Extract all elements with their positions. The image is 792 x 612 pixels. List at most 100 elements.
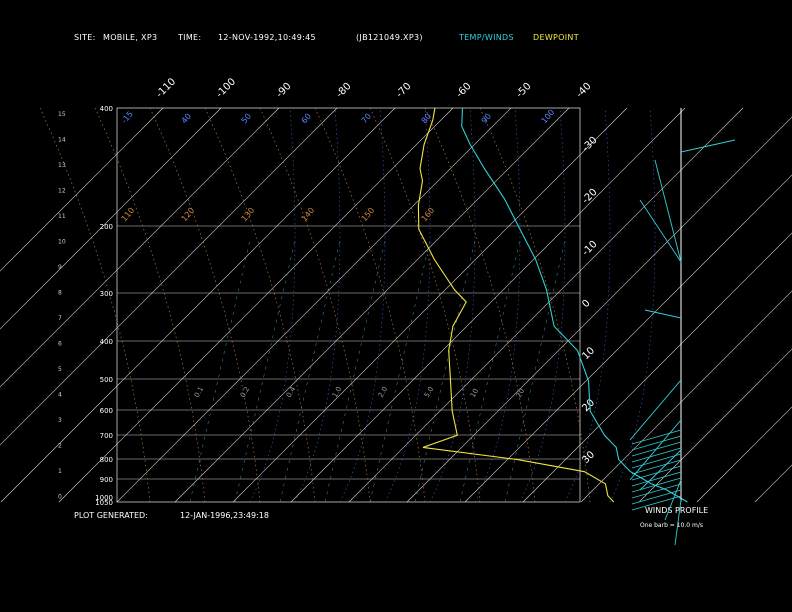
height-tick-label: 6 [58, 341, 62, 348]
mixing-ratio-label: 5.0 [423, 385, 435, 399]
moist-adiabat [609, 107, 656, 503]
wind-barb [631, 453, 682, 469]
height-tick-label: 10 [58, 239, 66, 246]
dry-adiabat [39, 107, 151, 503]
moist-adiabat [384, 107, 431, 503]
isotherm-line [0, 107, 222, 330]
mixing-ratio-label: 0.4 [285, 385, 298, 399]
height-tick-label: 14 [58, 137, 66, 144]
isotherm-line [174, 107, 570, 503]
adiabat-label: 140 [300, 206, 317, 223]
wind-barb [680, 139, 736, 153]
isotherm-line [232, 107, 628, 503]
adiabat-label: 80 [420, 112, 433, 126]
top-tick-label: -70 [394, 81, 413, 100]
wind-barb [631, 429, 682, 445]
wind-barb [654, 159, 682, 263]
mixing-ratio-label: 0.2 [239, 385, 251, 399]
pressure-tick-label: 500 [100, 376, 113, 384]
isotherm-line [0, 107, 338, 446]
moist-adiabat [249, 107, 296, 503]
wind-barb [631, 435, 682, 451]
wind-barb [631, 495, 682, 511]
wind-barb [631, 477, 682, 493]
height-tick-label: 1 [58, 468, 62, 475]
height-tick-label: 9 [58, 264, 62, 271]
mixing-ratio-line [414, 239, 476, 503]
pressure-tick-label: 900 [100, 476, 113, 484]
adiabat-label: 150 [360, 206, 377, 223]
right-tick-label: 0 [580, 298, 592, 310]
mixing-ratio-line [189, 239, 251, 503]
top-tick-label: -50 [514, 81, 533, 100]
wind-barb [631, 447, 682, 463]
adiabat-label: 110 [120, 206, 137, 223]
pressure-tick-label: 800 [100, 456, 113, 464]
pressure-tick-label: 200 [100, 223, 113, 231]
wind-barb [631, 489, 682, 505]
top-tick-label: -60 [454, 81, 473, 100]
height-tick-label: 7 [58, 315, 62, 322]
height-tick-label: 0 [58, 494, 62, 501]
pressure-tick-label: 600 [100, 407, 113, 415]
wind-barb [631, 441, 682, 457]
dry-adiabat [204, 107, 316, 503]
height-tick-label: 8 [58, 290, 62, 297]
isotherm-line [754, 464, 792, 503]
adiabat-label: 100 [540, 108, 557, 125]
mixing-ratio-label: 0.1 [193, 385, 205, 399]
adiabat-label: 70 [360, 112, 373, 126]
height-tick-label: 13 [58, 162, 66, 169]
mixing-ratio-label: 10 [469, 387, 480, 399]
pressure-tick-label: 300 [100, 290, 113, 298]
wind-barb [639, 199, 682, 263]
height-tick-label: 12 [58, 188, 66, 195]
mixing-ratio-line [234, 239, 296, 503]
temperature-profile-line [461, 107, 688, 503]
moist-adiabat [294, 107, 341, 503]
mixing-ratio-line [279, 239, 341, 503]
adiabat-label: 130 [240, 206, 257, 223]
adiabat-label: -15 [120, 109, 135, 125]
mixing-ratio-line [459, 239, 521, 503]
mixing-ratio-label: 1.0 [331, 385, 343, 399]
isotherm-line [348, 107, 744, 503]
isotherm-line [0, 107, 280, 388]
moist-adiabat [339, 107, 386, 503]
wind-barb [674, 499, 682, 546]
height-tick-label: 15 [58, 111, 66, 118]
right-tick-label: 30 [580, 449, 597, 466]
right-tick-label: -20 [580, 187, 599, 206]
dry-adiabat [149, 107, 261, 503]
dry-adiabat [369, 107, 481, 503]
height-tick-label: 4 [58, 392, 62, 399]
dry-adiabat [424, 107, 536, 503]
isotherm-line [58, 107, 454, 503]
adiabat-label: 120 [180, 206, 197, 223]
adiabat-label: 60 [300, 112, 313, 126]
right-tick-label: 10 [580, 345, 597, 362]
mixing-ratio-line [324, 239, 386, 503]
isotherm-line [290, 107, 686, 503]
mixing-ratio-label: 20 [515, 387, 526, 399]
adiabat-label: 50 [240, 112, 253, 126]
top-tick-label: -100 [214, 76, 238, 100]
right-tick-label: -30 [580, 135, 599, 154]
adiabat-label: 160 [420, 206, 437, 223]
wind-barb [631, 465, 682, 481]
moist-adiabat [474, 107, 521, 503]
mixing-ratio-line [369, 239, 431, 503]
dry-adiabat [259, 107, 371, 503]
pressure-tick-label: 700 [100, 432, 113, 440]
adiabat-label: 90 [480, 112, 493, 126]
dry-adiabat [479, 107, 591, 503]
mixing-ratio-label: 2.0 [377, 385, 389, 399]
pressure-tick-label: 400 [100, 338, 113, 346]
top-tick-label: -40 [574, 81, 593, 100]
top-tick-label: -110 [154, 76, 178, 100]
isotherm-line [580, 290, 792, 503]
top-tick-label: -80 [334, 81, 353, 100]
height-tick-label: 11 [58, 213, 66, 220]
dry-adiabat [94, 107, 206, 503]
pressure-tick-label: 400 [100, 105, 113, 113]
